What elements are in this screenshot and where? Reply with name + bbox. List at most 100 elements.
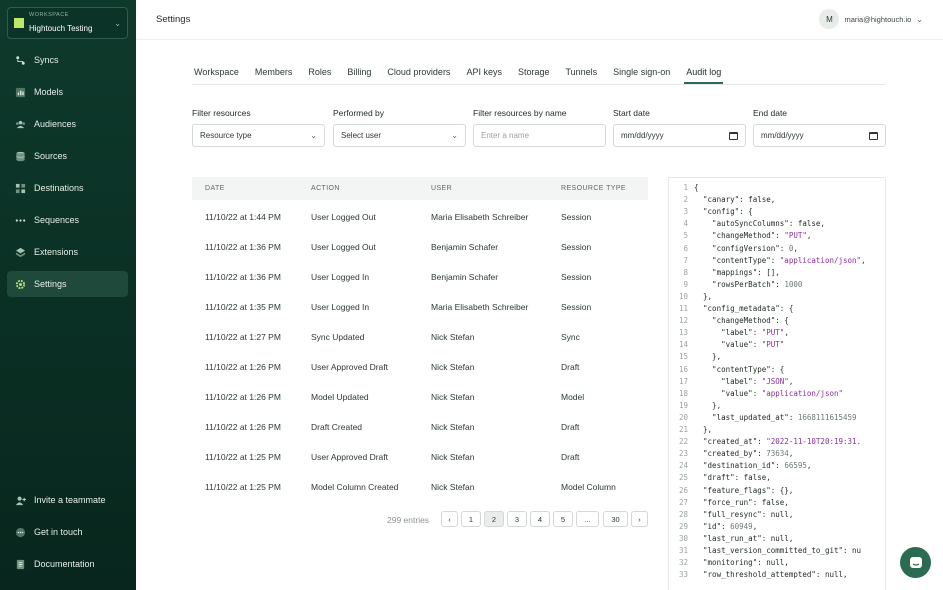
filter-resources-label: Filter resources (192, 108, 251, 118)
tab-single-sign-on[interactable]: Single sign-on (611, 66, 672, 84)
sidebar-item-syncs[interactable]: Syncs (7, 47, 128, 73)
table-row[interactable]: 11/10/22 at 1:26 PM Model Updated Nick S… (192, 381, 648, 411)
audit-event-json-viewer[interactable]: 1{2 "canary": false, 3 "config": {4 "auto… (668, 177, 886, 590)
code-text: "full_resync": null, (694, 509, 794, 519)
sidebar-item-sequences[interactable]: Sequences (7, 207, 128, 233)
line-number: 3 (683, 207, 688, 217)
code-line: 22 "created_at": "2022-11-10T20:19:31. (669, 437, 861, 449)
page-button-1[interactable]: 1 (461, 511, 481, 527)
page-button-30[interactable]: 30 (603, 511, 628, 527)
cell-date: 11/10/22 at 1:26 PM (205, 422, 281, 432)
code-line: 11 "config_metadata": { (669, 304, 793, 316)
page-title: Settings (156, 14, 191, 25)
cell-resource-type: Session (561, 242, 592, 252)
cell-resource-type: Model (561, 392, 585, 402)
page-button-2[interactable]: 2 (484, 511, 504, 527)
start-date-label: Start date (613, 108, 650, 118)
entries-count: 299 entries (387, 515, 430, 525)
prev-page-button[interactable]: ‹ (441, 511, 458, 527)
page-button-5[interactable]: 5 (553, 511, 573, 527)
line-number: 19 (678, 400, 688, 410)
sidebar-item-label: Documentation (34, 559, 95, 569)
table-row[interactable]: 11/10/22 at 1:27 PM Sync Updated Nick St… (192, 321, 648, 351)
line-number: 33 (678, 570, 688, 580)
invite-icon (15, 495, 26, 506)
table-row[interactable]: 11/10/22 at 1:26 PM Draft Created Nick S… (192, 411, 648, 441)
top-bar: Settings M maria@hightouch.io ⌄ (136, 0, 943, 40)
calendar-icon[interactable] (729, 131, 738, 140)
user-menu[interactable]: M maria@hightouch.io ⌄ (819, 9, 923, 29)
tab-audit-log[interactable]: Audit log (684, 66, 724, 84)
page-button-4[interactable]: 4 (530, 511, 550, 527)
table-row[interactable]: 11/10/22 at 1:36 PM User Logged In Benja… (192, 261, 648, 291)
sidebar-item-extensions[interactable]: Extensions (7, 239, 128, 265)
name-filter-placeholder: Enter a name (481, 131, 530, 140)
code-text: "created_by": 73634, (694, 449, 794, 459)
table-row[interactable]: 11/10/22 at 1:44 PM User Logged Out Mari… (192, 201, 648, 231)
tab-roles[interactable]: Roles (306, 66, 333, 84)
performed-by-label: Performed by (333, 108, 385, 118)
page-button-3[interactable]: 3 (507, 511, 527, 527)
end-date-placeholder: mm/dd/yyyy (761, 131, 804, 140)
sidebar-item-invite[interactable]: Invite a teammate (7, 487, 128, 513)
name-filter-input[interactable]: Enter a name (473, 124, 606, 147)
cell-action: User Approved Draft (311, 362, 389, 372)
line-number: 4 (683, 219, 688, 229)
next-page-button[interactable]: › (631, 511, 648, 527)
code-line: 24 "destination_id": 66595, (669, 461, 811, 473)
sidebar-item-settings[interactable]: Settings (7, 271, 128, 297)
sidebar-item-label: Models (34, 87, 64, 97)
sidebar-item-label: Sources (34, 151, 68, 161)
sidebar-item-destinations[interactable]: Destinations (7, 175, 128, 201)
sidebar-item-models[interactable]: Models (7, 79, 128, 105)
cell-action: User Logged In (311, 272, 370, 282)
code-text: "contentType": { (694, 364, 785, 374)
column-header-user: USER (431, 185, 453, 192)
code-line: 27 "force_run": false, (669, 498, 789, 510)
tab-members[interactable]: Members (253, 66, 295, 84)
sidebar-item-documentation[interactable]: Documentation (7, 551, 128, 577)
workspace-switcher[interactable]: WORKSPACE Hightouch Testing ⌄ (7, 7, 128, 39)
settings-icon (15, 279, 26, 290)
code-line: 28 "full_resync": null, (669, 510, 793, 522)
tab-storage[interactable]: Storage (516, 66, 552, 84)
code-line: 25 "draft": false, (669, 473, 771, 485)
table-row[interactable]: 11/10/22 at 1:36 PM User Logged Out Benj… (192, 231, 648, 261)
tab-cloud-providers[interactable]: Cloud providers (385, 66, 452, 84)
code-text: "configVersion": 0, (694, 243, 798, 253)
tab-api-keys[interactable]: API keys (464, 66, 504, 84)
sidebar-item-get-in-touch[interactable]: Get in touch (7, 519, 128, 545)
intercom-chat-button[interactable] (900, 547, 931, 578)
chevron-down-icon: ⌄ (114, 18, 121, 28)
tab-billing[interactable]: Billing (345, 66, 373, 84)
tab-tunnels[interactable]: Tunnels (563, 66, 599, 84)
table-row[interactable]: 11/10/22 at 1:25 PM User Approved Draft … (192, 441, 648, 471)
code-text: "label": "JSON", (694, 376, 794, 386)
code-text: "value": "PUT" (694, 340, 785, 350)
code-line: 8 "mappings": [], (669, 268, 779, 280)
code-line: 33 "row_threshold_attempted": null, (669, 570, 848, 582)
table-row[interactable]: 11/10/22 at 1:25 PM Model Column Created… (192, 471, 648, 501)
line-number: 24 (678, 461, 688, 471)
start-date-input[interactable]: mm/dd/yyyy (613, 124, 746, 147)
code-line: 1{ (669, 183, 698, 195)
code-line: 12 "changeMethod": { (669, 316, 789, 328)
end-date-input[interactable]: mm/dd/yyyy (753, 124, 886, 147)
line-number: 29 (678, 521, 688, 531)
performed-by-select[interactable]: Select user ⌄ (333, 124, 466, 147)
tab-workspace[interactable]: Workspace (192, 66, 241, 84)
syncs-icon (15, 55, 26, 66)
sequences-icon (15, 215, 26, 226)
line-number: 10 (678, 291, 688, 301)
chevron-down-icon: ⌄ (310, 131, 317, 140)
table-row[interactable]: 11/10/22 at 1:26 PM User Approved Draft … (192, 351, 648, 381)
sidebar-item-sources[interactable]: Sources (7, 143, 128, 169)
calendar-icon[interactable] (869, 131, 878, 140)
resource-type-select[interactable]: Resource type ⌄ (192, 124, 325, 147)
cell-action: Draft Created (311, 422, 363, 432)
line-number: 23 (678, 449, 688, 459)
table-row[interactable]: 11/10/22 at 1:35 PM User Logged In Maria… (192, 291, 648, 321)
sidebar-item-audiences[interactable]: Audiences (7, 111, 128, 137)
line-number: 6 (683, 243, 688, 253)
code-line: 14 "value": "PUT" (669, 340, 784, 352)
